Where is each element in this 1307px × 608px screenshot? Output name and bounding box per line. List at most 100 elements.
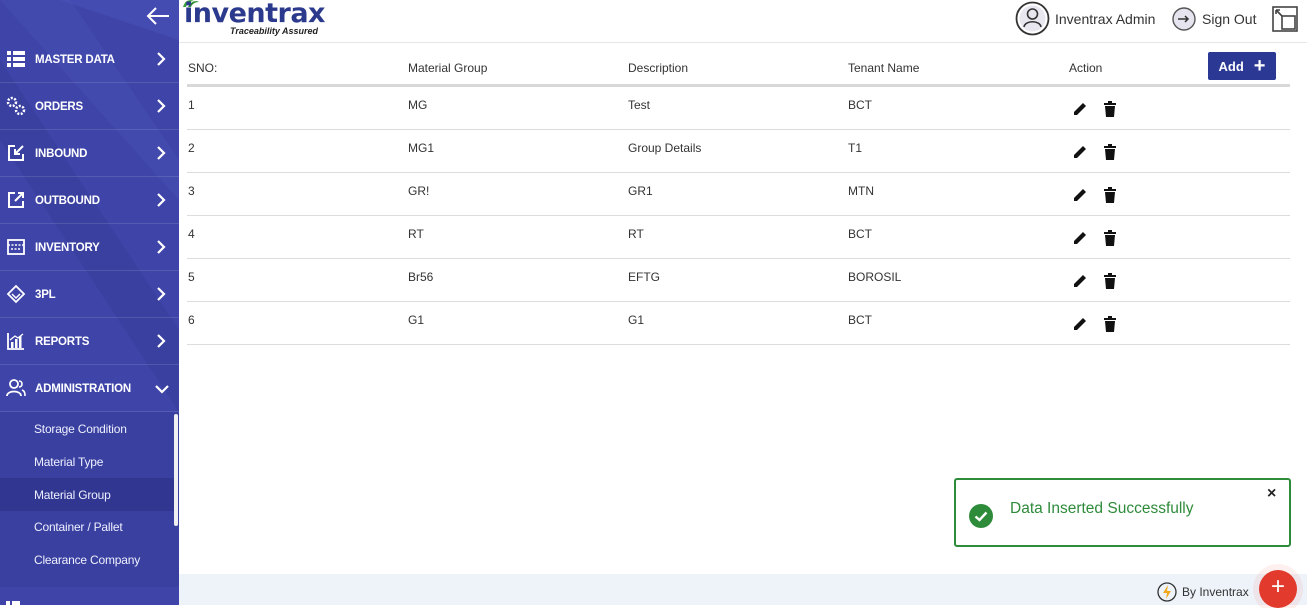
column-header-tenant-name: Tenant Name	[848, 61, 920, 75]
edit-icon[interactable]	[1072, 316, 1088, 332]
inventrax-logo: inventrax Traceability Assured	[182, 0, 332, 40]
cell-sno: 2	[188, 141, 195, 155]
outbound-icon	[8, 192, 24, 208]
fullscreen-icon[interactable]	[1271, 5, 1299, 33]
plus-icon: +	[1253, 55, 1266, 77]
cell-material-group: MG1	[408, 141, 435, 155]
chevron-right-icon	[157, 193, 166, 207]
sidebar-item-label: INVENTORY	[35, 241, 100, 254]
fab-add-button[interactable]: +	[1259, 570, 1297, 608]
check-circle-icon	[969, 504, 993, 528]
edit-icon[interactable]	[1072, 101, 1088, 117]
sidebar: MASTER DATA ORDERS INBOUND OUTBOUND INVE	[0, 0, 179, 605]
sidebar-item-label: ORDERS	[35, 100, 84, 113]
top-header: inventrax Traceability Assured Inventrax…	[179, 0, 1307, 43]
users-icon	[6, 379, 26, 397]
signout-button[interactable]: Sign Out	[1172, 7, 1256, 31]
submenu-item-container-pallet[interactable]: Container / Pallet	[0, 510, 174, 543]
footer: By Inventrax	[179, 574, 1307, 605]
cell-description: GR1	[628, 184, 653, 198]
sidebar-item-reports[interactable]: REPORTS	[0, 319, 179, 365]
cell-tenant-name: BCT	[848, 227, 872, 241]
cell-sno: 4	[188, 227, 195, 241]
plus-icon: +	[1270, 573, 1285, 600]
footer-credit-label: By Inventrax	[1182, 585, 1249, 599]
cell-tenant-name: BCT	[848, 313, 872, 327]
chevron-down-icon	[155, 385, 169, 394]
sidebar-item-inbound[interactable]: INBOUND	[0, 131, 179, 177]
chevron-right-icon	[157, 146, 166, 160]
delete-icon[interactable]	[1103, 101, 1117, 117]
sidebar-item-inventory[interactable]: INVENTORY	[0, 225, 179, 271]
table-row: 6 G1 G1 BCT	[187, 302, 1290, 345]
delete-icon[interactable]	[1103, 230, 1117, 246]
edit-icon[interactable]	[1072, 273, 1088, 289]
submenu-scrollbar[interactable]	[174, 414, 178, 526]
cell-tenant-name: BOROSIL	[848, 270, 902, 284]
list-icon	[7, 51, 25, 67]
table-row: 5 Br56 EFTG BOROSIL	[187, 259, 1290, 302]
success-toast: Data Inserted Successfully ×	[954, 478, 1291, 547]
cell-sno: 6	[188, 313, 195, 327]
signout-icon	[1172, 7, 1196, 31]
cell-description: Test	[628, 98, 651, 112]
delete-icon[interactable]	[1103, 144, 1117, 160]
edit-icon[interactable]	[1072, 144, 1088, 160]
sidebar-item-label: INBOUND	[35, 147, 88, 160]
chevron-right-icon	[157, 287, 166, 301]
cell-material-group: Br56	[408, 270, 434, 284]
sidebar-item-label: MASTER DATA	[35, 53, 115, 66]
gears-icon	[6, 96, 26, 116]
sidebar-item-label: ADMINISTRATION	[35, 382, 132, 395]
edit-icon[interactable]	[1072, 187, 1088, 203]
administration-submenu: Storage Condition Material Type Material…	[0, 412, 179, 587]
cell-description: RT	[628, 227, 644, 241]
table-header: SNO: Material Group Description Tenant N…	[187, 44, 1290, 87]
brand-tagline: Traceability Assured	[230, 26, 319, 36]
cell-description: EFTG	[628, 270, 660, 284]
sidebar-item-orders[interactable]: ORDERS	[0, 84, 179, 130]
cell-description: G1	[628, 313, 645, 327]
edit-icon[interactable]	[1072, 230, 1088, 246]
chevron-right-icon	[157, 334, 166, 348]
cell-material-group: MG	[408, 98, 428, 112]
cell-tenant-name: BCT	[848, 98, 872, 112]
add-button-label: Add	[1218, 58, 1244, 74]
column-header-description: Description	[628, 61, 689, 75]
submenu-item-storage-condition[interactable]: Storage Condition	[0, 412, 174, 445]
sidebar-item-outbound[interactable]: OUTBOUND	[0, 178, 179, 224]
add-button[interactable]: Add +	[1208, 52, 1276, 80]
cell-material-group: GR!	[408, 184, 430, 198]
delete-icon[interactable]	[1103, 187, 1117, 203]
signout-label: Sign Out	[1202, 11, 1257, 27]
toast-close-icon[interactable]: ×	[1267, 485, 1276, 503]
sidebar-item-master-data[interactable]: MASTER DATA	[0, 37, 179, 83]
back-arrow-icon[interactable]	[145, 5, 171, 27]
inventory-icon	[7, 239, 25, 255]
submenu-item-material-type[interactable]: Material Type	[0, 445, 174, 478]
sidebar-item-3pl[interactable]: 3PL	[0, 272, 179, 318]
delete-icon[interactable]	[1103, 273, 1117, 289]
brand-name: inventrax	[184, 0, 325, 29]
sidebar-item-administration[interactable]: ADMINISTRATION	[0, 366, 179, 412]
cell-material-group: RT	[408, 227, 424, 241]
submenu-item-material-group[interactable]: Material Group	[0, 478, 174, 511]
sidebar-item-label: OUTBOUND	[35, 194, 100, 207]
column-header-action: Action	[1069, 61, 1103, 75]
cell-description: Group Details	[628, 141, 702, 155]
sidebar-item-label: REPORTS	[35, 335, 90, 348]
diamond-icon	[6, 284, 26, 304]
bolt-icon	[1157, 582, 1177, 602]
cell-tenant-name: MTN	[848, 184, 874, 198]
submenu-item-clearance-company[interactable]: Clearance Company	[0, 543, 174, 576]
delete-icon[interactable]	[1103, 316, 1117, 332]
user-name: Inventrax Admin	[1055, 10, 1156, 27]
cell-tenant-name: T1	[848, 141, 863, 155]
table-row: 1 MG Test BCT	[187, 87, 1290, 130]
table-row: 3 GR! GR1 MTN	[187, 173, 1290, 216]
cell-sno: 3	[188, 184, 195, 198]
chevron-right-icon	[157, 52, 166, 66]
table-row: 2 MG1 Group Details T1	[187, 130, 1290, 173]
cell-sno: 5	[188, 270, 195, 284]
user-menu[interactable]: Inventrax Admin	[1015, 1, 1155, 36]
